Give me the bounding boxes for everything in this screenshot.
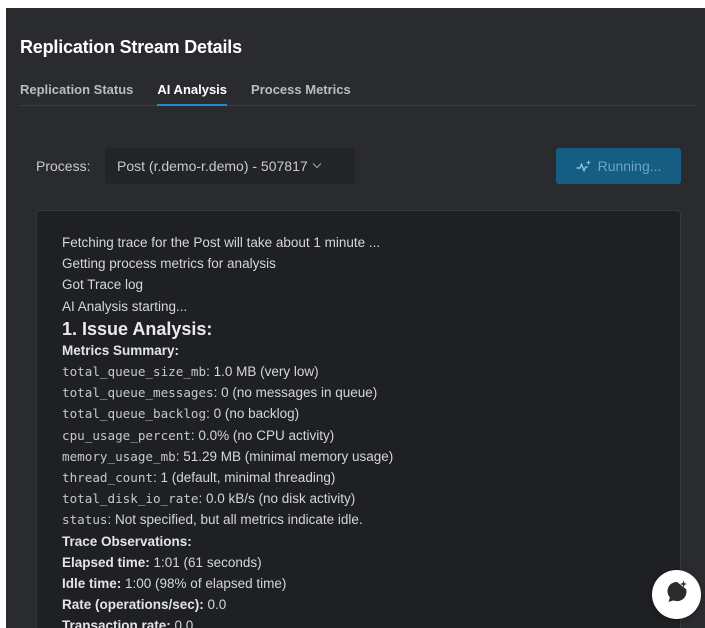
metric-value: : 1 (default, minimal threading)	[153, 470, 336, 486]
metric-row: status: Not specified, but all metrics i…	[62, 509, 655, 530]
trace-key: Transaction rate:	[62, 618, 171, 628]
metric-key: total_queue_backlog	[62, 406, 207, 422]
metric-key: status	[62, 512, 108, 528]
trace-row: Elapsed time: 1:01 (61 seconds)	[62, 552, 655, 573]
log-line: Getting process metrics for analysis	[62, 256, 276, 272]
page-title: Replication Stream Details	[20, 37, 242, 57]
tab-bar: Replication Status AI Analysis Process M…	[20, 82, 695, 106]
trace-row: Idle time: 1:00 (98% of elapsed time)	[62, 573, 655, 594]
metric-key: total_disk_io_rate	[62, 491, 199, 507]
trace-key: Idle time:	[62, 576, 122, 592]
trace-value: 1:00 (98% of elapsed time)	[121, 576, 287, 592]
metric-value: : 0 (no messages in queue)	[213, 385, 378, 401]
chat-launcher-button[interactable]	[652, 570, 701, 619]
metric-row: total_queue_size_mb: 1.0 MB (very low)	[62, 361, 655, 382]
metric-value: : Not specified, but all metrics indicat…	[107, 512, 363, 528]
metric-row: total_disk_io_rate: 0.0 kB/s (no disk ac…	[62, 488, 655, 509]
metric-row: total_queue_backlog: 0 (no backlog)	[62, 403, 655, 424]
run-button-label: Running...	[597, 158, 662, 174]
chat-bubble-plus-icon	[664, 579, 690, 610]
analysis-heading: 1. Issue Analysis:	[62, 318, 213, 339]
trace-value: 0.0	[203, 597, 227, 613]
process-select-value: Post (r.demo-r.demo) - 507817	[117, 158, 308, 174]
tab-ai-analysis[interactable]: AI Analysis	[157, 82, 228, 106]
metric-row: thread_count: 1 (default, minimal thread…	[62, 467, 655, 488]
metric-key: total_queue_messages	[62, 385, 214, 401]
sparkle-pulse-icon	[575, 159, 592, 173]
process-select[interactable]: Post (r.demo-r.demo) - 507817	[105, 148, 355, 184]
process-label: Process:	[36, 158, 91, 174]
run-analysis-button[interactable]: Running...	[556, 148, 681, 184]
metric-key: total_queue_size_mb	[62, 364, 207, 380]
tab-process-metrics[interactable]: Process Metrics	[251, 82, 351, 106]
trace-key: Elapsed time:	[62, 554, 150, 570]
metric-value: : 0 (no backlog)	[206, 406, 300, 422]
chevron-down-icon	[312, 160, 322, 172]
metric-value: : 0.0% (no CPU activity)	[190, 427, 335, 443]
metric-value: : 51.29 MB (minimal memory usage)	[175, 448, 394, 464]
metric-row: cpu_usage_percent: 0.0% (no CPU activity…	[62, 425, 655, 446]
metric-key: thread_count	[62, 470, 153, 486]
metric-row: total_queue_messages: 0 (no messages in …	[62, 382, 655, 403]
metric-value: : 1.0 MB (very low)	[206, 364, 319, 380]
metric-key: memory_usage_mb	[62, 448, 176, 464]
metric-value: : 0.0 kB/s (no disk activity)	[198, 491, 356, 507]
log-line: Fetching trace for the Post will take ab…	[62, 235, 381, 250]
trace-key: Rate (operations/sec):	[62, 597, 204, 613]
tab-replication-status[interactable]: Replication Status	[20, 82, 133, 106]
trace-value: 0.0	[170, 618, 194, 628]
trace-row: Transaction rate: 0.0	[62, 615, 655, 628]
metric-key: cpu_usage_percent	[62, 427, 191, 443]
log-line: AI Analysis starting...	[62, 298, 188, 314]
replication-stream-panel: Replication Stream Details Replication S…	[6, 8, 705, 628]
metrics-summary-title: Metrics Summary:	[62, 342, 180, 358]
metric-row: memory_usage_mb: 51.29 MB (minimal memor…	[62, 446, 655, 467]
analysis-output: Fetching trace for the Post will take ab…	[36, 210, 681, 628]
trace-value: 1:01 (61 seconds)	[149, 554, 262, 570]
trace-observations-title: Trace Observations:	[62, 533, 192, 549]
log-line: Got Trace log	[62, 277, 144, 293]
trace-row: Rate (operations/sec): 0.0	[62, 594, 655, 615]
